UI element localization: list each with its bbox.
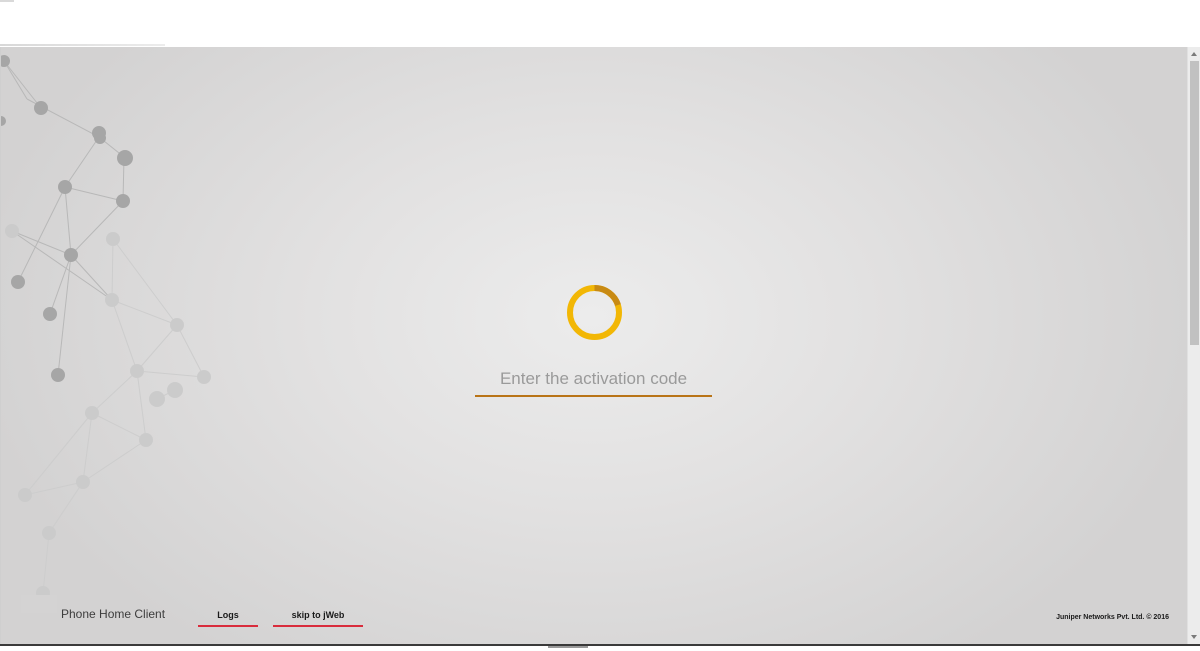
bottom-edge-handle	[548, 646, 588, 648]
browser-top-strip	[0, 0, 1200, 46]
logo	[21, 595, 57, 613]
skip-to-jweb-link[interactable]: skip to jWeb	[273, 610, 363, 627]
activation-code-input[interactable]	[475, 363, 712, 397]
loading-spinner-icon	[567, 284, 622, 340]
top-strip-hairline	[0, 44, 165, 46]
page-viewport: Phone Home Client Logs skip to jWeb Juni…	[0, 47, 1188, 644]
app-title: Phone Home Client	[61, 607, 166, 621]
logs-link[interactable]: Logs	[198, 610, 258, 627]
copyright-text: Juniper Networks Pvt. Ltd. © 2016	[1056, 614, 1169, 621]
network-graph-decoration	[1, 55, 211, 600]
scroll-thumb[interactable]	[1190, 61, 1199, 345]
top-strip-tick	[0, 0, 14, 2]
scroll-down-arrow-icon[interactable]	[1191, 635, 1197, 639]
vertical-scrollbar[interactable]	[1187, 47, 1200, 644]
scroll-up-arrow-icon[interactable]	[1191, 52, 1197, 56]
bottom-edge	[0, 644, 1200, 651]
